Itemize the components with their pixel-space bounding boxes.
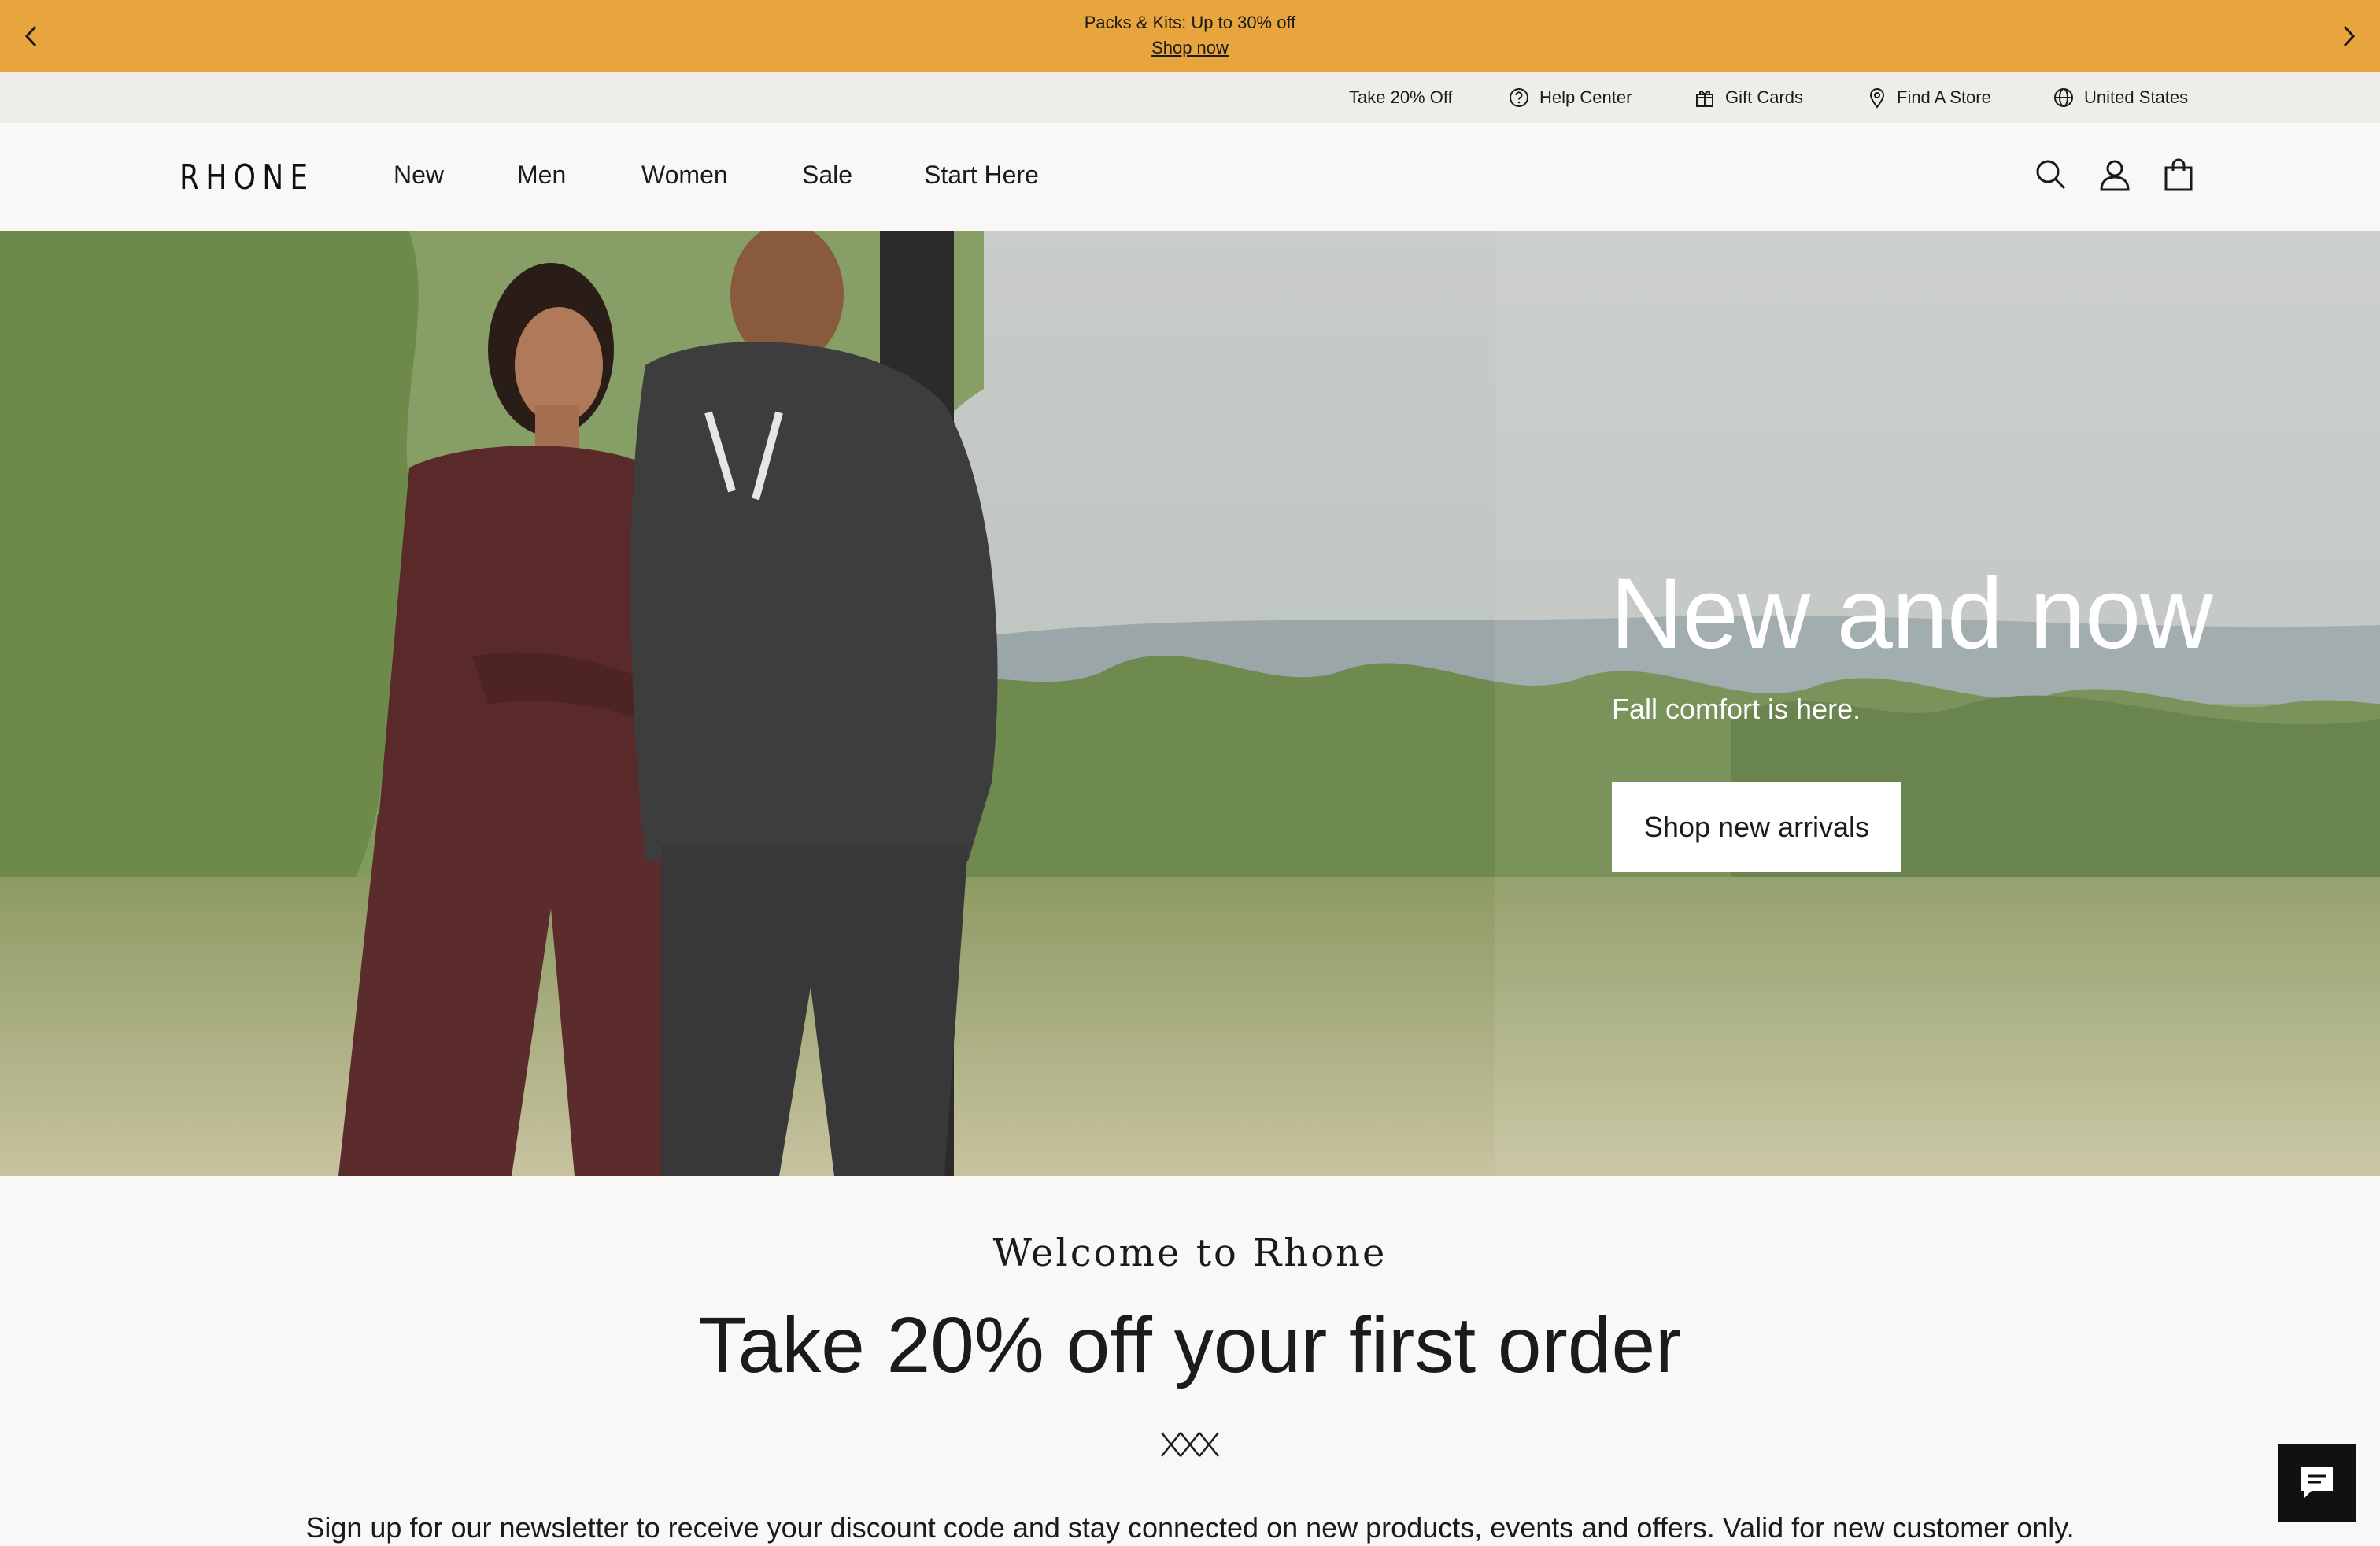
hero-title: New and now xyxy=(1610,557,2213,670)
chevron-right-icon xyxy=(2343,25,2356,47)
brand-logo[interactable]: RHONE xyxy=(179,157,314,198)
hero-banner: New and now Fall comfort is here. Shop n… xyxy=(0,231,2380,1176)
promo-shop-now-link[interactable]: Shop now xyxy=(1151,38,1229,57)
hero-subtitle: Fall comfort is here. xyxy=(1612,693,1861,725)
chat-icon xyxy=(2301,1467,2333,1499)
main-nav: RHONE New Men Women Sale Start Here xyxy=(0,123,2380,231)
gift-icon xyxy=(1696,91,1713,107)
chat-button[interactable] xyxy=(2278,1444,2356,1522)
util-gift-cards[interactable]: Gift Cards xyxy=(1694,85,1803,110)
nav-link-sale[interactable]: Sale xyxy=(802,161,852,190)
search-icon xyxy=(2036,160,2066,190)
hero-image xyxy=(0,231,2380,1176)
util-help-center-label: Help Center xyxy=(1539,87,1632,107)
util-take-20-off[interactable]: Take 20% Off xyxy=(1349,85,1453,110)
promo-banner: Packs & Kits: Up to 30% off Shop now xyxy=(0,0,2380,72)
util-find-store-label: Find A Store xyxy=(1897,87,1991,107)
util-find-store[interactable]: Find A Store xyxy=(1867,85,1991,110)
newsletter-headline: Take 20% off your first order xyxy=(698,1301,1682,1389)
promo-next-button[interactable] xyxy=(2331,19,2366,54)
search-button[interactable] xyxy=(2031,154,2071,195)
globe-icon xyxy=(2054,88,2073,107)
help-circle-icon xyxy=(1510,88,1528,107)
nav-link-men[interactable]: Men xyxy=(517,161,566,190)
util-gift-cards-label: Gift Cards xyxy=(1725,87,1804,107)
cart-button[interactable] xyxy=(2158,154,2199,195)
newsletter-body: Sign up for our newsletter to receive yo… xyxy=(305,1511,2075,1544)
shop-new-arrivals-button[interactable]: Shop new arrivals xyxy=(1612,782,1901,872)
util-take-20-off-label: Take 20% Off xyxy=(1349,87,1453,107)
cart-icon xyxy=(2164,158,2193,191)
nav-link-women[interactable]: Women xyxy=(641,161,728,190)
ornament-icon xyxy=(1161,1432,1219,1457)
newsletter-eyebrow: Welcome to Rhone xyxy=(992,1231,1388,1275)
map-pin-icon xyxy=(1869,88,1885,109)
nav-link-new[interactable]: New xyxy=(394,161,444,190)
promo-message: Packs & Kits: Up to 30% off xyxy=(1084,13,1296,32)
util-country-selector[interactable]: United States xyxy=(2053,85,2188,110)
account-icon xyxy=(2100,160,2130,191)
util-country-label: United States xyxy=(2084,87,2189,107)
util-help-center[interactable]: Help Center xyxy=(1508,85,1632,110)
nav-link-start-here[interactable]: Start Here xyxy=(924,161,1039,190)
promo-link-wrap: Shop now xyxy=(0,38,2380,58)
account-button[interactable] xyxy=(2094,154,2135,195)
utility-bar: Take 20% Off Help Center Gift Cards Find… xyxy=(0,72,2380,123)
